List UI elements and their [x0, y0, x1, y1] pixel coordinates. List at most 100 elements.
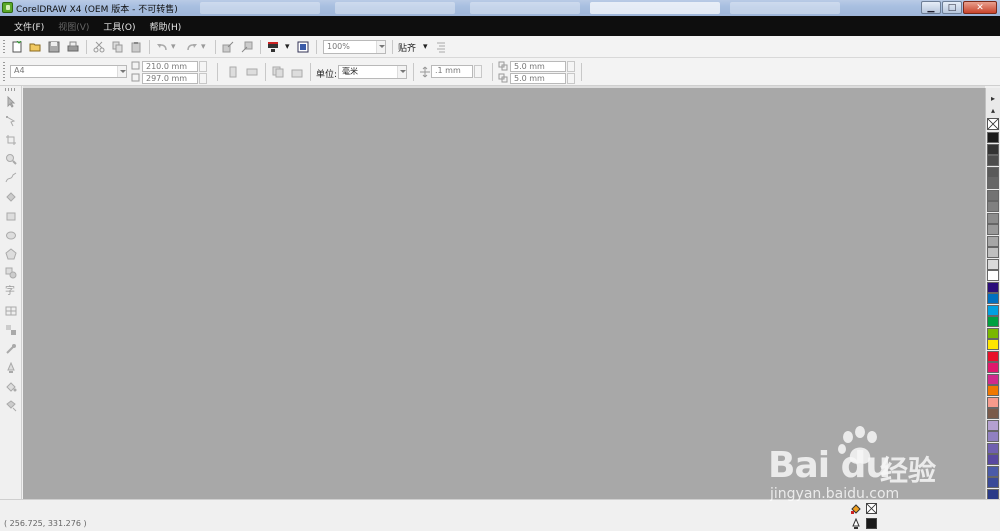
palette-swatch[interactable] [987, 442, 999, 454]
paste-icon[interactable] [130, 41, 142, 53]
open-icon[interactable] [29, 41, 41, 53]
table-tool-icon[interactable] [5, 305, 17, 317]
paper-width-field[interactable]: 210.0 mm [142, 61, 198, 72]
snap-dropdown-arrow[interactable]: ▾ [423, 42, 428, 52]
duplicate-y-spinner[interactable] [567, 73, 575, 84]
palette-menu-arrow-icon[interactable]: ▸ [988, 94, 998, 104]
palette-swatch[interactable] [987, 431, 999, 442]
eyedropper-tool-icon[interactable] [5, 343, 17, 355]
menu-help[interactable]: 帮助(H) [150, 20, 182, 33]
units-select[interactable]: 毫米 [338, 65, 407, 79]
nudge-offset-field[interactable]: .1 mm [431, 65, 473, 78]
chevron-down-icon[interactable] [397, 66, 406, 78]
basic-shapes-tool-icon[interactable] [5, 267, 17, 279]
shape-tool-icon[interactable] [5, 115, 17, 127]
current-page-icon[interactable] [291, 66, 303, 78]
zoom-level-select[interactable]: 100% [323, 40, 386, 54]
crop-tool-icon[interactable] [5, 134, 17, 146]
toolbar-grip[interactable] [3, 62, 5, 82]
coreldraw-app-icon[interactable] [2, 2, 13, 13]
import-icon[interactable] [222, 41, 234, 53]
snap-to-button[interactable]: 贴齐 [398, 41, 416, 54]
palette-swatch[interactable] [987, 419, 999, 431]
paper-height-field[interactable]: 297.0 mm [142, 73, 198, 84]
palette-swatch[interactable] [987, 465, 999, 477]
minimize-button[interactable]: ▁ [921, 1, 941, 14]
outline-pen-icon[interactable] [850, 518, 862, 530]
palette-swatch[interactable] [987, 408, 999, 419]
palette-swatch[interactable] [987, 385, 999, 396]
redo-dropdown-arrow[interactable]: ▾ [201, 42, 206, 52]
no-color-swatch[interactable] [987, 118, 999, 130]
smart-fill-tool-icon[interactable] [5, 191, 17, 203]
zoom-tool-icon[interactable] [5, 153, 17, 165]
undo-dropdown-arrow[interactable]: ▾ [171, 42, 176, 52]
palette-swatch[interactable] [987, 281, 999, 293]
export-icon[interactable] [241, 41, 253, 53]
palette-swatch[interactable] [987, 201, 999, 212]
ellipse-tool-icon[interactable] [5, 229, 17, 241]
copy-icon[interactable] [112, 41, 124, 53]
application-launcher-icon[interactable] [267, 41, 279, 53]
pick-tool-icon[interactable] [5, 96, 17, 108]
palette-swatch[interactable] [987, 396, 999, 408]
menu-view[interactable]: 视图(V) [58, 20, 89, 33]
menu-file[interactable]: 文件(F) [14, 20, 44, 33]
freehand-tool-icon[interactable] [5, 172, 17, 184]
palette-swatch[interactable] [987, 270, 999, 281]
duplicate-distance-y-field[interactable]: 5.0 mm [510, 73, 566, 84]
palette-swatch[interactable] [987, 212, 999, 224]
welcome-screen-icon[interactable] [297, 41, 309, 53]
polygon-tool-icon[interactable] [5, 248, 17, 260]
palette-swatch[interactable] [987, 166, 999, 178]
new-document-icon[interactable] [11, 41, 23, 53]
nudge-offset-spinner[interactable] [474, 65, 482, 78]
toolbox-grip[interactable] [5, 88, 17, 91]
palette-swatch[interactable] [987, 373, 999, 385]
close-button[interactable]: ✕ [963, 1, 997, 14]
chevron-down-icon[interactable] [376, 41, 385, 53]
interactive-fill-tool-icon[interactable] [5, 400, 17, 412]
palette-swatch[interactable] [987, 316, 999, 327]
palette-swatch[interactable] [987, 293, 999, 304]
palette-swatch[interactable] [987, 235, 999, 247]
outline-tool-icon[interactable] [5, 362, 17, 374]
outline-color-swatch[interactable] [866, 518, 877, 529]
print-icon[interactable] [67, 41, 79, 53]
landscape-orientation-icon[interactable] [246, 66, 258, 78]
palette-swatch[interactable] [987, 247, 999, 258]
duplicate-distance-x-field[interactable]: 5.0 mm [510, 61, 566, 72]
cut-icon[interactable] [93, 41, 105, 53]
portrait-orientation-icon[interactable] [227, 66, 239, 78]
palette-swatch[interactable] [987, 155, 999, 166]
paper-height-spinner[interactable] [199, 73, 207, 84]
palette-swatch[interactable] [987, 477, 999, 488]
palette-swatch[interactable] [987, 178, 999, 189]
menu-tools[interactable]: 工具(O) [103, 20, 135, 33]
rectangle-tool-icon[interactable] [5, 210, 17, 222]
save-icon[interactable] [48, 41, 60, 53]
palette-swatch[interactable] [987, 304, 999, 316]
palette-swatch[interactable] [987, 362, 999, 373]
palette-swatch[interactable] [987, 327, 999, 339]
interactive-blend-tool-icon[interactable] [5, 324, 17, 336]
text-tool-icon[interactable]: 字 [5, 286, 17, 298]
palette-swatch[interactable] [987, 258, 999, 270]
redo-icon[interactable] [186, 41, 198, 53]
all-pages-icon[interactable] [272, 66, 284, 78]
undo-icon[interactable] [156, 41, 168, 53]
palette-swatch[interactable] [987, 350, 999, 362]
fill-tool-icon[interactable] [5, 381, 17, 393]
toolbar-grip[interactable] [3, 40, 5, 54]
palette-swatch[interactable] [987, 488, 999, 500]
palette-swatch[interactable] [987, 339, 999, 350]
paper-width-spinner[interactable] [199, 61, 207, 72]
palette-swatch[interactable] [987, 454, 999, 465]
palette-swatch[interactable] [987, 132, 999, 143]
palette-swatch[interactable] [987, 224, 999, 235]
palette-scroll-up-icon[interactable]: ▴ [988, 106, 998, 116]
duplicate-x-spinner[interactable] [567, 61, 575, 72]
paper-size-select[interactable]: A4 [10, 65, 127, 78]
chevron-down-icon[interactable] [117, 66, 126, 77]
launcher-dropdown-arrow[interactable]: ▾ [285, 42, 290, 52]
